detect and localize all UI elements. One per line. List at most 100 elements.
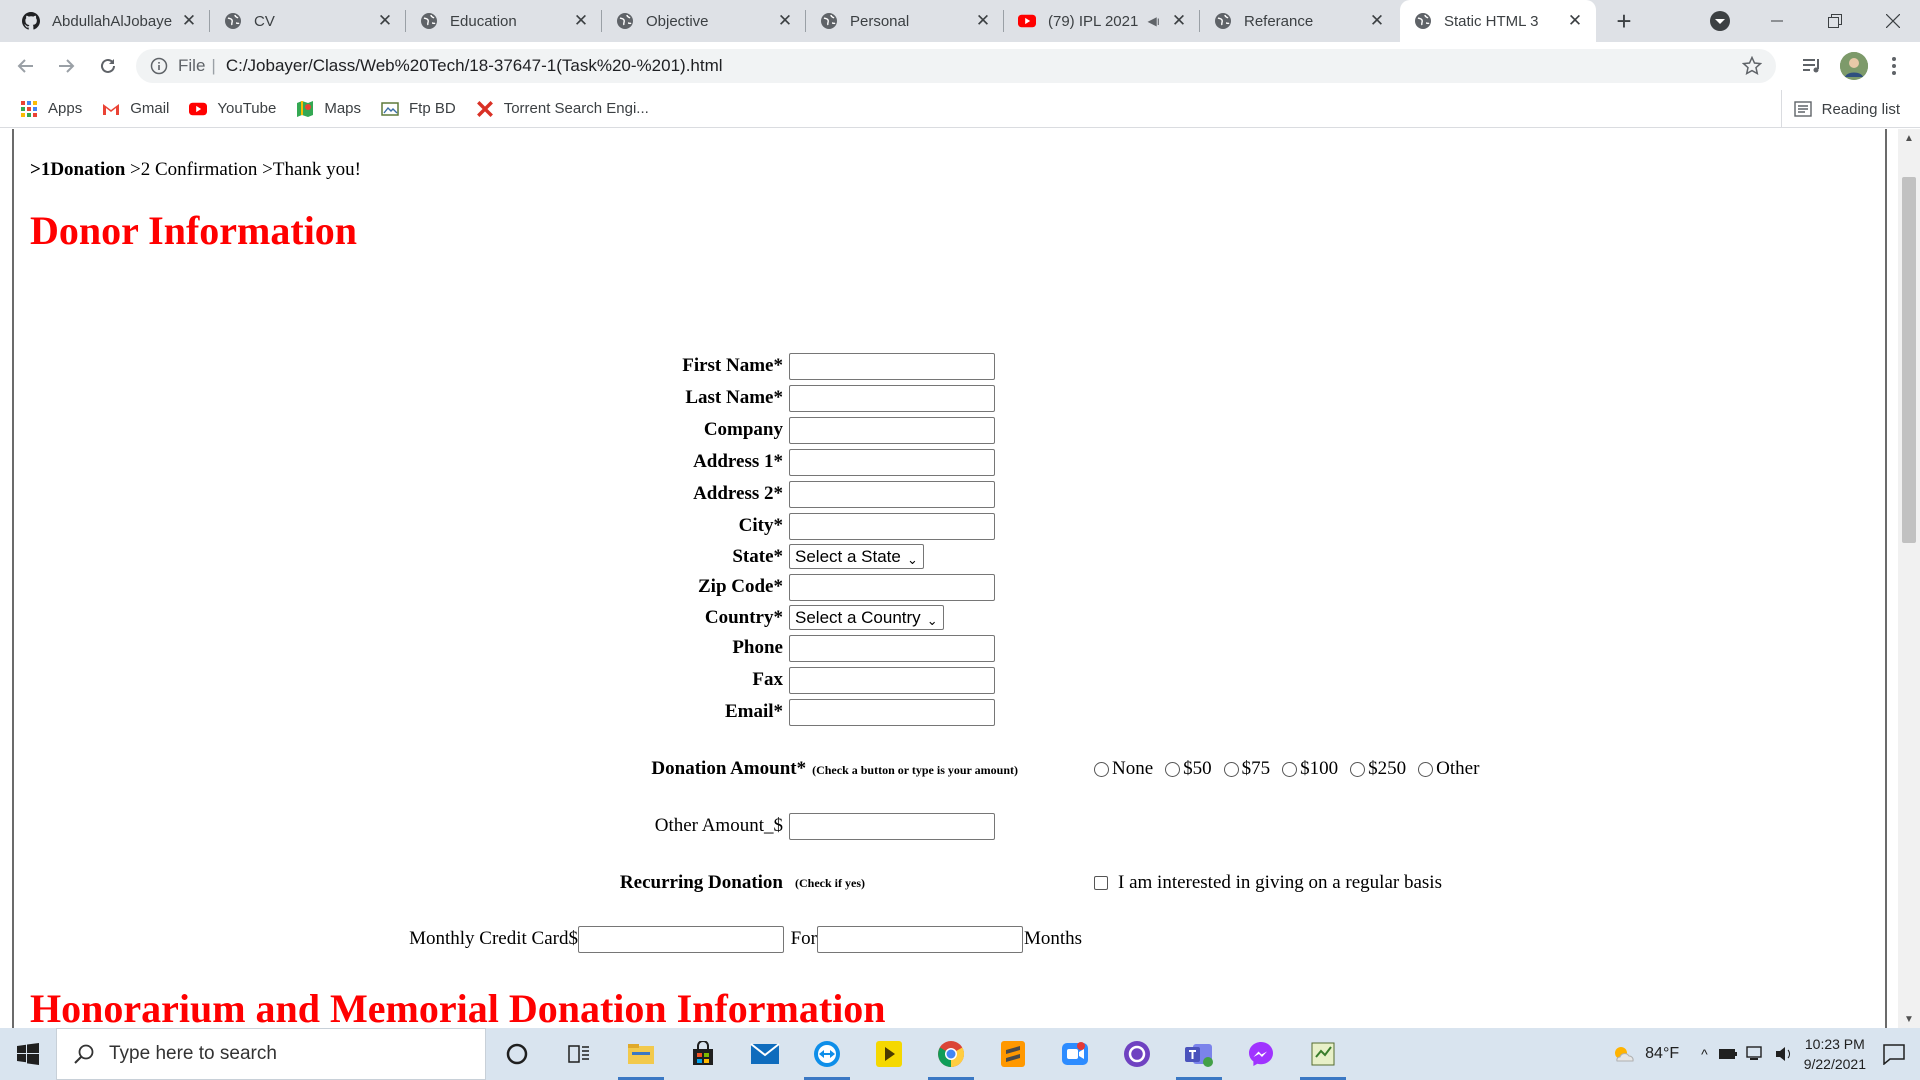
email-input[interactable] (789, 699, 995, 726)
zip-code-input[interactable] (789, 574, 995, 601)
network-icon[interactable] (1746, 1046, 1766, 1062)
chevron-up-icon[interactable]: ^ (1701, 1046, 1708, 1062)
tab-github[interactable]: AbdullahAlJobaye ✕ (8, 0, 210, 42)
system-clock[interactable]: 10:23 PM 9/22/2021 (1804, 1034, 1866, 1074)
bookmark-apps[interactable]: Apps (20, 100, 82, 118)
taskbar-mail[interactable] (734, 1028, 796, 1080)
taskbar-kmplayer[interactable] (858, 1028, 920, 1080)
scroll-thumb[interactable] (1902, 177, 1916, 543)
tab-personal[interactable]: Personal ✕ (806, 0, 1004, 42)
fax-input[interactable] (789, 667, 995, 694)
bookmark-youtube[interactable]: YouTube (189, 100, 276, 118)
tab-ipl-youtube[interactable]: (79) IPL 2021 ◀ı ✕ (1004, 0, 1200, 42)
phone-input[interactable] (789, 635, 995, 662)
radio-circle[interactable] (1418, 761, 1434, 777)
restore-button[interactable] (1806, 0, 1864, 42)
reading-list-button[interactable]: Reading list (1780, 90, 1900, 128)
tab-close-icon[interactable]: ✕ (376, 12, 394, 30)
recurring-checkbox[interactable]: I am interested in giving on a regular b… (1094, 868, 1442, 898)
checkbox-box[interactable] (1094, 876, 1108, 890)
taskbar-sublime-text[interactable] (982, 1028, 1044, 1080)
country-select[interactable]: Select a Country ⌄ (789, 605, 944, 630)
tab-close-icon[interactable]: ✕ (1566, 12, 1584, 30)
taskbar-store[interactable] (672, 1028, 734, 1080)
taskbar-cortana[interactable] (486, 1028, 548, 1080)
field-address-1: Address 1* (0, 447, 1885, 477)
weather-icon[interactable] (1611, 1043, 1637, 1065)
scroll-up-arrow-icon[interactable]: ▲ (1898, 129, 1920, 147)
forward-button[interactable] (52, 52, 80, 80)
url-text[interactable]: C:/Jobayer/Class/Web%20Tech/18-37647-1(T… (226, 56, 723, 76)
vertical-scrollbar[interactable]: ▲ ▼ (1898, 129, 1920, 1028)
taskbar-task-view[interactable] (548, 1028, 610, 1080)
taskbar-notepad[interactable] (1292, 1028, 1354, 1080)
info-icon[interactable] (150, 57, 168, 75)
bookmark-star-icon[interactable] (1742, 56, 1762, 76)
tab-close-icon[interactable]: ✕ (180, 12, 198, 30)
reading-list-icon (1793, 101, 1812, 117)
weather-temperature[interactable]: 84°F (1645, 1045, 1679, 1063)
bookmark-torrent[interactable]: Torrent Search Engi... (476, 100, 649, 118)
bookmark-maps[interactable]: Maps (296, 100, 361, 118)
tab-referance[interactable]: Referance ✕ (1200, 0, 1398, 42)
scroll-down-arrow-icon[interactable]: ▼ (1898, 1010, 1920, 1028)
page-content: >1Donation >2 Confirmation >Thank you! D… (0, 129, 1885, 1028)
notification-icon[interactable] (1882, 1043, 1906, 1065)
tab-close-icon[interactable]: ✕ (776, 12, 794, 30)
taskbar-chrome[interactable] (920, 1028, 982, 1080)
tab-close-icon[interactable]: ✕ (974, 12, 992, 30)
volume-icon[interactable] (1774, 1046, 1794, 1062)
chrome-menu-button[interactable] (1880, 52, 1908, 80)
tab-close-icon[interactable]: ✕ (572, 12, 590, 30)
city-input[interactable] (789, 513, 995, 540)
minimize-button[interactable] (1748, 0, 1806, 42)
bookmark-ftp-bd[interactable]: Ftp BD (381, 100, 456, 118)
speaker-icon[interactable]: ◀ı (1147, 14, 1160, 28)
radio-50[interactable]: $50 (1165, 758, 1212, 780)
system-tray: 84°F ^ 10:23 PM 9/22/2021 (1611, 1028, 1920, 1080)
tab-cv[interactable]: CV ✕ (210, 0, 406, 42)
tab-close-icon[interactable]: ✕ (1170, 12, 1188, 30)
taskbar-github-desktop[interactable] (1106, 1028, 1168, 1080)
radio-none[interactable]: None (1094, 758, 1153, 780)
address-2-input[interactable] (789, 481, 995, 508)
last-name-input[interactable] (789, 385, 995, 412)
close-window-button[interactable] (1864, 0, 1920, 42)
profile-avatar[interactable] (1840, 52, 1868, 80)
taskbar-messenger[interactable] (1230, 1028, 1292, 1080)
radio-75[interactable]: $75 (1223, 758, 1270, 780)
address-bar[interactable]: File | C:/Jobayer/Class/Web%20Tech/18-37… (136, 49, 1776, 83)
taskbar-teamviewer[interactable] (796, 1028, 858, 1080)
tab-objective[interactable]: Objective ✕ (602, 0, 806, 42)
new-tab-button[interactable]: + (1610, 8, 1638, 36)
radio-250[interactable]: $250 (1350, 758, 1406, 780)
battery-icon[interactable] (1718, 1047, 1738, 1061)
taskbar-file-explorer[interactable] (610, 1028, 672, 1080)
months-count-input[interactable] (817, 926, 1023, 953)
media-control-button[interactable] (1798, 52, 1826, 80)
radio-circle[interactable] (1094, 761, 1109, 777)
reload-button[interactable] (94, 52, 122, 80)
radio-circle[interactable] (1223, 761, 1239, 777)
radio-circle[interactable] (1165, 761, 1181, 777)
tab-close-icon[interactable]: ✕ (1368, 12, 1386, 30)
taskbar-search-box[interactable]: Type here to search (56, 1028, 486, 1080)
first-name-input[interactable] (789, 353, 995, 380)
tab-education[interactable]: Education ✕ (406, 0, 602, 42)
other-amount-input[interactable] (789, 813, 995, 840)
tab-static-html-3[interactable]: Static HTML 3 ✕ (1400, 0, 1596, 42)
company-input[interactable] (789, 417, 995, 444)
radio-100[interactable]: $100 (1282, 758, 1338, 780)
start-button[interactable] (0, 1028, 56, 1080)
radio-other[interactable]: Other (1418, 758, 1479, 780)
bookmark-gmail[interactable]: Gmail (102, 100, 169, 118)
radio-circle[interactable] (1350, 761, 1366, 777)
radio-circle[interactable] (1282, 761, 1298, 777)
monthly-amount-input[interactable] (578, 926, 784, 953)
address-1-input[interactable] (789, 449, 995, 476)
taskbar-zoom[interactable] (1044, 1028, 1106, 1080)
state-select[interactable]: Select a State ⌄ (789, 544, 924, 569)
back-button[interactable] (12, 52, 40, 80)
taskbar-teams[interactable] (1168, 1028, 1230, 1080)
tab-search-icon[interactable] (1708, 9, 1732, 33)
